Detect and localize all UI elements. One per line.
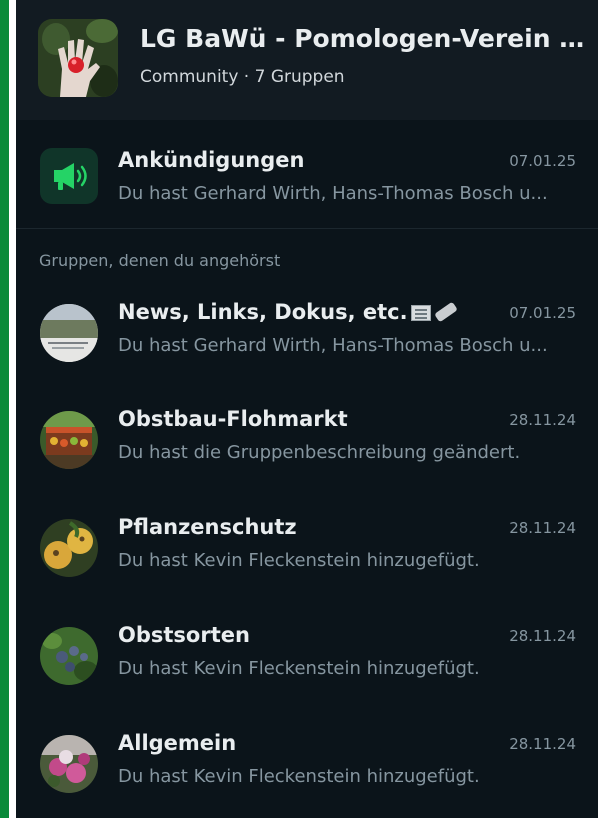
group-row-allgemein[interactable]: Allgemein 28.11.24 Du hast Kevin Flecken… [16,719,598,818]
group-date-allgemein: 28.11.24 [509,735,576,753]
group-title-obstbau-flohmarkt: Obstbau-Flohmarkt [118,407,348,431]
group-date-obstbau-flohmarkt: 28.11.24 [509,411,576,429]
hand-with-berry-icon [38,19,118,97]
left-accent-bar [0,0,9,818]
group-title-pflanzenschutz: Pflanzenschutz [118,515,297,539]
group-avatar-pflanzenschutz [40,519,98,577]
group-row-obstbau-flohmarkt[interactable]: Obstbau-Flohmarkt 28.11.24 Du hast die G… [16,395,598,495]
landscape-photo-icon [40,304,98,362]
group-avatar-obstsorten [40,627,98,685]
megaphone-icon [54,163,87,190]
group-avatar-allgemein [40,735,98,793]
group-title-obstsorten: Obstsorten [118,623,250,647]
community-avatar[interactable] [38,19,118,97]
section-divider [16,228,598,229]
announcements-icon-tile [40,148,98,204]
group-preview-news: Du hast Gerhard Wirth, Hans-Thomas Bosch… [118,335,548,356]
group-row-news[interactable]: News, Links, Dokus, etc. 07.01.25 Du has… [16,288,598,388]
group-preview-allgemein: Du hast Kevin Fleckenstein hinzugefügt. [118,766,480,787]
group-preview-pflanzenschutz: Du hast Kevin Fleckenstein hinzugefügt. [118,550,480,571]
announcements-title: Ankündigungen [118,148,305,172]
group-date-pflanzenschutz: 28.11.24 [509,519,576,537]
announcements-preview: Du hast Gerhard Wirth, Hans-Thomas Bosch… [118,183,548,204]
group-avatar-news [40,304,98,362]
pencil-icon [433,301,458,323]
community-title: LG BaWü - Pomologen-Verein e... [140,24,588,53]
community-screen: LG BaWü - Pomologen-Verein e... Communit… [16,0,598,818]
group-row-pflanzenschutz[interactable]: Pflanzenschutz 28.11.24 Du hast Kevin Fl… [16,503,598,603]
blossom-photo-icon [40,735,98,793]
community-header[interactable]: LG BaWü - Pomologen-Verein e... Communit… [16,0,598,120]
group-preview-obstbau-flohmarkt: Du hast die Gruppenbeschreibung geändert… [118,442,521,463]
fruit-photo-icon [40,519,98,577]
announcements-date: 07.01.25 [509,152,576,170]
community-subtitle: Community · 7 Gruppen [140,67,345,87]
group-avatar-obstbau-flohmarkt [40,411,98,469]
group-title-news: News, Links, Dokus, etc. [118,300,458,324]
group-date-news: 07.01.25 [509,304,576,322]
section-label-joined-groups: Gruppen, denen du angehörst [39,251,281,270]
announcements-row[interactable]: Ankündigungen 07.01.25 Du hast Gerhard W… [16,136,598,236]
market-stall-photo-icon [40,411,98,469]
group-date-obstsorten: 28.11.24 [509,627,576,645]
plum-tree-photo-icon [40,627,98,685]
group-title-news-text: News, Links, Dokus, etc. [118,300,408,324]
group-title-allgemein: Allgemein [118,731,237,755]
group-row-obstsorten[interactable]: Obstsorten 28.11.24 Du hast Kevin Flecke… [16,611,598,711]
newspaper-icon [410,305,431,321]
group-preview-obstsorten: Du hast Kevin Fleckenstein hinzugefügt. [118,658,480,679]
